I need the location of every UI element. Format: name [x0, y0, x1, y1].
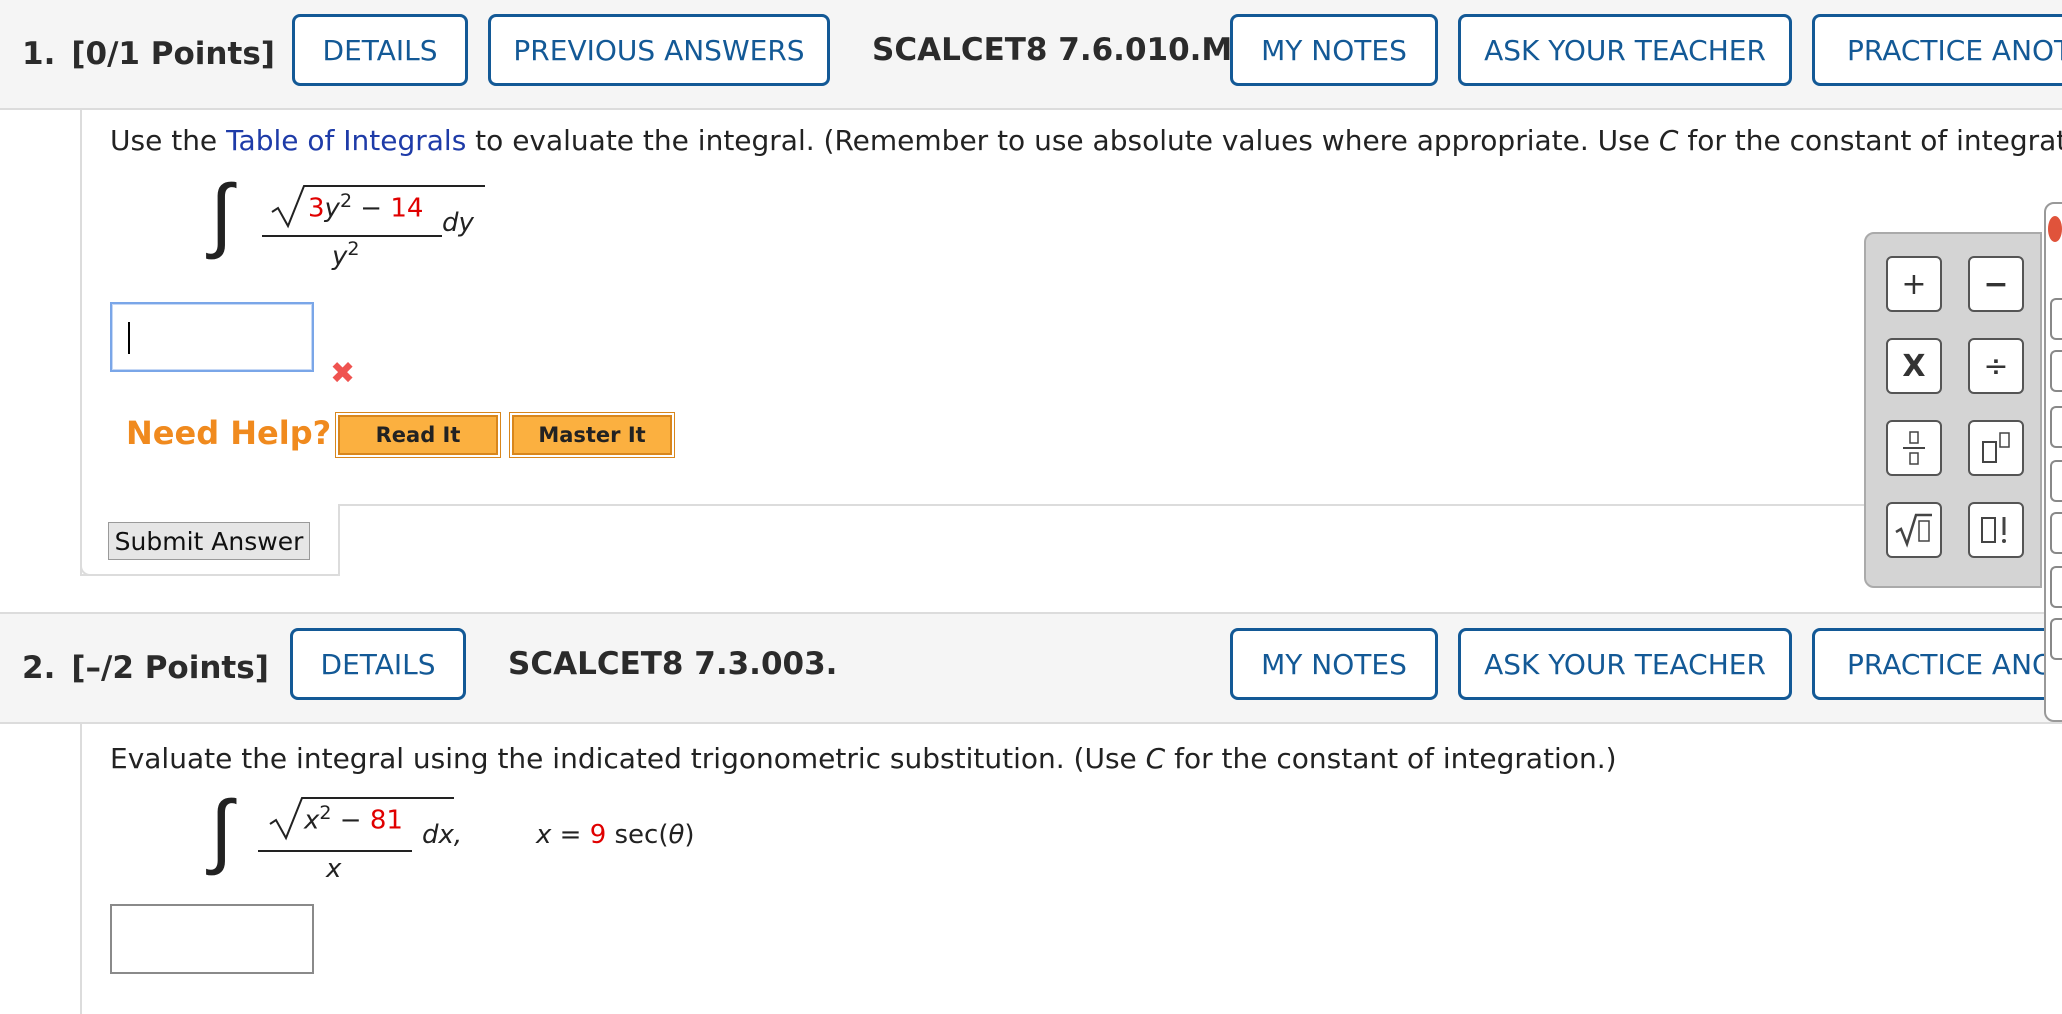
text-cursor [128, 322, 130, 354]
multiply-key[interactable]: X [1886, 338, 1942, 394]
my-notes-button[interactable]: MY NOTES [1230, 628, 1438, 700]
details-button[interactable]: DETAILS [290, 628, 466, 700]
integral-sign: ∫ [210, 783, 233, 878]
square-root-key[interactable] [1886, 502, 1942, 558]
fraction-key[interactable] [1886, 420, 1942, 476]
palette-side-tab[interactable] [2050, 350, 2062, 392]
divide-key[interactable]: ÷ [1968, 338, 2024, 394]
question-number: 2. [22, 650, 56, 686]
palette-side-tab[interactable] [2050, 512, 2062, 554]
substitution-function: sec( [614, 820, 669, 850]
exponent-icon [1982, 432, 2010, 463]
substitution: x = 9 sec(θ) [536, 820, 695, 850]
minus-sign: − [339, 805, 362, 836]
differential: dx, [422, 820, 463, 850]
substitution-coefficient: 9 [589, 820, 607, 850]
question-code: SCALCET8 7.6.010.MI. [872, 32, 1256, 68]
math-palette: + − X ÷ [1864, 232, 2042, 588]
palette-close-icon[interactable] [2048, 216, 2062, 242]
fraction-bar [258, 850, 412, 852]
submit-answer-button[interactable]: Submit Answer [108, 522, 310, 560]
my-notes-button[interactable]: MY NOTES [1230, 14, 1438, 86]
integral-expression-2: ∫ x2 − 81 x dx, x = 9 sec(θ) [210, 790, 730, 906]
question-2-header: 2. [–/2 Points] DETAILS SCALCET8 7.3.003… [0, 612, 2062, 724]
palette-side-tab[interactable] [2050, 566, 2062, 608]
question-2-number: 2. [–/2 Points] [22, 614, 269, 722]
variable: y [324, 193, 340, 224]
instruction-text: Use the [110, 124, 227, 157]
answer-input-1[interactable] [110, 302, 314, 372]
answer-input-2[interactable] [110, 904, 314, 974]
variable: x [304, 805, 320, 836]
question-code: SCALCET8 7.3.003. [508, 646, 838, 682]
submit-divider [338, 504, 340, 576]
instruction-text: Evaluate the integral using the indicate… [110, 742, 1146, 775]
numerator: x2 − 81 [304, 802, 403, 836]
differential: dy [442, 208, 474, 238]
master-it-button[interactable]: Master It [509, 412, 675, 458]
factorial-icon [1981, 517, 2006, 543]
fraction-bar [262, 235, 442, 237]
question-number: 1. [22, 36, 56, 72]
ask-your-teacher-button[interactable]: ASK YOUR TEACHER [1458, 628, 1792, 700]
table-of-integrals-link[interactable]: Table of Integrals [226, 124, 466, 157]
integral-expression-1: ∫ 3y2 − 14 y2 dy [210, 174, 510, 290]
submit-divider-top [338, 504, 1868, 506]
minus-sign: − [360, 193, 383, 224]
question-1-header: 1. [0/1 Points] DETAILS PREVIOUS ANSWERS… [0, 0, 2062, 110]
question-1-body-corner [80, 556, 100, 576]
variable: y [332, 241, 348, 272]
sqrt-icon [1895, 513, 1932, 548]
denominator: x [326, 854, 341, 884]
power-key[interactable] [1968, 420, 2024, 476]
palette-side-tab[interactable] [2050, 298, 2062, 340]
instruction-text: for the constant of integration.) [1687, 124, 2062, 157]
palette-side-tab[interactable] [2050, 618, 2062, 660]
substitution-lhs: x = [536, 820, 582, 850]
exponent: 2 [347, 238, 360, 260]
factorial-key[interactable] [1968, 502, 2024, 558]
question-1-instruction: Use the Table of Integrals to evaluate t… [110, 124, 2062, 157]
ask-your-teacher-button[interactable]: ASK YOUR TEACHER [1458, 14, 1792, 86]
instruction-text: to evaluate the integral. (Remember to u… [466, 124, 1659, 157]
question-1-number: 1. [0/1 Points] [22, 0, 275, 108]
question-points: [–/2 Points] [71, 650, 269, 686]
question-1-body-bottom-border [80, 574, 340, 576]
question-points: [0/1 Points] [71, 36, 275, 72]
minus-key[interactable]: − [1968, 256, 2024, 312]
read-it-button[interactable]: Read It [335, 412, 501, 458]
practice-another-button[interactable]: PRACTICE ANOT [1812, 14, 2062, 86]
exponent: 2 [319, 802, 332, 824]
constant-value: 14 [390, 193, 424, 224]
variable: x [326, 854, 342, 884]
constant-symbol: C [1658, 124, 1679, 157]
palette-side-tab[interactable] [2050, 460, 2062, 502]
previous-answers-button[interactable]: PREVIOUS ANSWERS [488, 14, 830, 86]
incorrect-icon: ✖ [330, 356, 356, 391]
integral-sign: ∫ [210, 167, 233, 262]
question-2-instruction: Evaluate the integral using the indicate… [110, 742, 1617, 775]
constant-value: 81 [369, 805, 403, 836]
denominator: y2 [332, 238, 359, 272]
theta-symbol: θ [668, 820, 685, 850]
plus-key[interactable]: + [1886, 256, 1942, 312]
numerator: 3y2 − 14 [308, 190, 423, 224]
need-help-label: Need Help? [126, 414, 332, 452]
fraction-icon [1903, 431, 1925, 465]
constant-symbol: C [1145, 742, 1166, 775]
practice-another-button[interactable]: PRACTICE ANO [1812, 628, 2062, 700]
palette-side-tab[interactable] [2050, 406, 2062, 448]
exponent: 2 [339, 190, 353, 212]
details-button[interactable]: DETAILS [292, 14, 468, 86]
instruction-text: for the constant of integration.) [1165, 742, 1617, 775]
closing-paren: ) [684, 820, 695, 850]
coefficient-value: 3 [308, 193, 325, 224]
